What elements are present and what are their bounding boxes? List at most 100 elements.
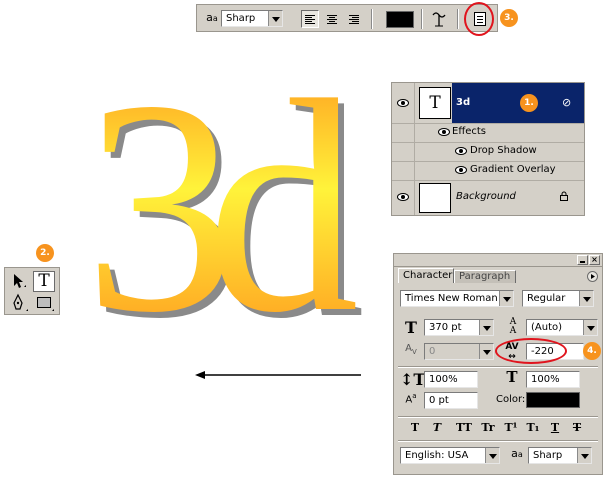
align-center-icon xyxy=(327,15,337,24)
separator xyxy=(457,9,459,29)
highlight-ring xyxy=(495,338,567,364)
chevron-down-icon[interactable] xyxy=(577,448,591,463)
effects-label: Effects xyxy=(452,126,486,137)
antialias-value: Sharp xyxy=(533,450,563,461)
align-center-button[interactable] xyxy=(323,10,341,28)
tab-character[interactable]: Character xyxy=(398,268,454,283)
minimize-button[interactable] xyxy=(577,255,588,265)
layer-row-background[interactable]: Background xyxy=(392,180,584,215)
tab-character-label: Character xyxy=(403,270,453,281)
align-right-button[interactable] xyxy=(345,10,363,28)
font-family-value: Times New Roman xyxy=(405,293,498,304)
eye-icon[interactable] xyxy=(397,99,409,107)
panel-title-bar: × xyxy=(394,254,602,267)
artwork-canvas: 3d 3d xyxy=(84,70,390,330)
close-button[interactable]: × xyxy=(589,255,600,265)
font-style-select[interactable]: Regular xyxy=(522,290,594,307)
type-tool-icon: T xyxy=(38,271,50,291)
faux-bold-button[interactable]: T xyxy=(408,421,422,434)
character-panel: × Character Paragraph Times New Roman Re… xyxy=(393,253,603,475)
color-label: Color: xyxy=(496,394,526,405)
anti-alias-icon: aa xyxy=(511,447,523,460)
chevron-down-icon[interactable] xyxy=(579,291,593,306)
artwork-text: 3d xyxy=(84,70,359,330)
faux-italic-button[interactable]: T xyxy=(430,421,444,434)
superscript-button[interactable]: T¹ xyxy=(502,421,520,434)
baseline-shift-field[interactable]: 0 pt xyxy=(424,392,478,409)
strikethrough-button[interactable]: T xyxy=(570,421,584,434)
eye-icon[interactable] xyxy=(438,128,450,136)
divider xyxy=(398,440,598,442)
kerning-icon: AV xyxy=(405,343,417,356)
chevron-down-icon[interactable] xyxy=(485,448,499,463)
visibility-column xyxy=(392,83,415,123)
underline-button[interactable]: T xyxy=(548,421,562,434)
vertical-scale-value: 100% xyxy=(429,374,458,385)
font-size-value: 370 pt xyxy=(429,322,462,333)
horizontal-scale-field[interactable]: 100% xyxy=(526,371,580,388)
layer-name-3d[interactable]: 3d xyxy=(456,97,470,108)
eye-icon[interactable] xyxy=(455,166,467,174)
chevron-down-icon[interactable] xyxy=(499,291,513,306)
lock-icon xyxy=(560,191,568,201)
panel-menu-button[interactable] xyxy=(587,271,598,282)
move-tool-icon[interactable] xyxy=(9,271,29,291)
layer-row-gradient-overlay[interactable]: Gradient Overlay xyxy=(392,161,584,181)
warp-text-button[interactable] xyxy=(429,9,449,29)
font-family-select[interactable]: Times New Roman xyxy=(400,290,514,307)
chevron-down-icon[interactable] xyxy=(479,344,493,359)
step-badge-3: 3. xyxy=(500,9,518,27)
text-color-swatch[interactable] xyxy=(526,392,580,408)
chevron-down-icon[interactable] xyxy=(268,11,282,26)
font-style-value: Regular xyxy=(527,293,566,304)
align-right-icon xyxy=(349,15,359,24)
align-left-icon xyxy=(305,15,315,24)
baseline-shift-icon: Aa xyxy=(405,392,417,406)
step-badge-1: 1. xyxy=(520,94,538,112)
antialias-value: Sharp xyxy=(226,13,256,24)
chevron-down-icon[interactable] xyxy=(583,320,597,335)
align-left-button[interactable] xyxy=(301,10,319,28)
antialias-select[interactable]: Sharp xyxy=(221,10,283,27)
font-size-select[interactable]: 370 pt xyxy=(424,319,494,336)
text-color-swatch[interactable] xyxy=(386,11,414,28)
layer-row-drop-shadow[interactable]: Drop Shadow xyxy=(392,142,584,162)
subscript-button[interactable]: T₁ xyxy=(524,421,542,434)
tab-paragraph-label: Paragraph xyxy=(459,271,511,282)
tab-paragraph[interactable]: Paragraph xyxy=(454,270,516,283)
anti-alias-icon: aa xyxy=(206,11,218,24)
vertical-scale-field[interactable]: 100% xyxy=(424,371,478,388)
small-caps-button[interactable]: Tr xyxy=(478,421,498,434)
leading-select[interactable]: (Auto) xyxy=(526,319,598,336)
drop-shadow-label: Drop Shadow xyxy=(470,145,537,156)
divider xyxy=(398,366,598,368)
type-tool-button[interactable]: T xyxy=(33,271,55,292)
direction-arrow xyxy=(195,371,361,379)
step-badge-2: 2. xyxy=(36,244,54,262)
eye-icon[interactable] xyxy=(455,147,467,155)
horizontal-scale-icon: T xyxy=(506,368,518,386)
vertical-scale-icon: ↕T xyxy=(400,370,426,389)
highlight-ring xyxy=(464,2,494,36)
separator xyxy=(421,9,423,29)
antialias-select[interactable]: Sharp xyxy=(528,447,592,464)
baseline-shift-value: 0 pt xyxy=(429,395,449,406)
layer-thumbnail: T xyxy=(419,87,451,119)
rectangle-tool-icon[interactable] xyxy=(34,293,56,313)
divider xyxy=(398,416,598,418)
layer-effects-icon: ⊘ xyxy=(562,96,572,109)
pen-tool-icon[interactable] xyxy=(9,293,29,313)
language-select[interactable]: English: USA xyxy=(400,447,500,464)
layer-row-text[interactable]: T 3d 1. ⊘ xyxy=(392,83,584,124)
eye-icon[interactable] xyxy=(397,193,409,201)
leading-icon: AA xyxy=(509,317,517,336)
visibility-column xyxy=(392,180,415,215)
chevron-down-icon[interactable] xyxy=(479,320,493,335)
layers-panel: T 3d 1. ⊘ Effects Drop Shadow Gradient O… xyxy=(391,82,585,216)
all-caps-button[interactable]: TT xyxy=(454,421,474,434)
font-size-icon: T xyxy=(405,318,417,337)
close-icon: × xyxy=(591,255,598,264)
language-value: English: USA xyxy=(405,450,469,461)
kerning-select[interactable]: 0 xyxy=(424,343,494,360)
background-thumbnail xyxy=(419,183,451,213)
